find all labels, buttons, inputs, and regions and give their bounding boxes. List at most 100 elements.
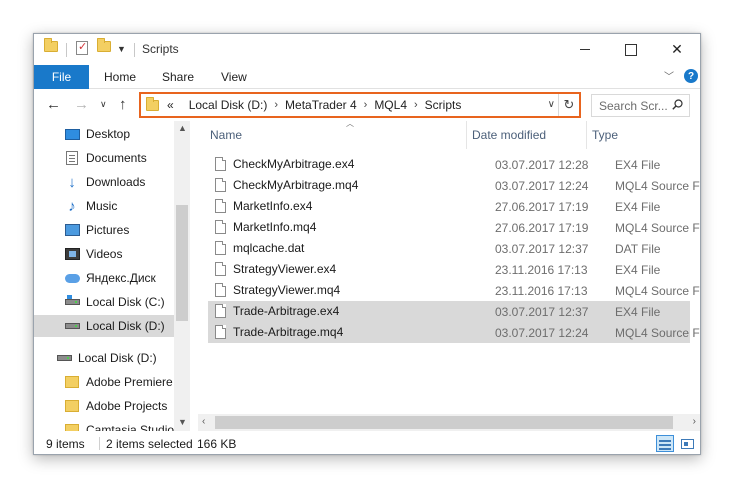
help-icon[interactable]: ? — [684, 69, 698, 83]
minimize-button[interactable] — [562, 34, 608, 65]
sidebar-item-adobe-projects[interactable]: Adobe Projects — [34, 395, 174, 417]
file-icon — [215, 262, 226, 276]
arrow-up-icon: ↑ — [119, 96, 127, 113]
forward-button[interactable]: → — [74, 96, 89, 113]
file-explorer-window: ▼ Scripts ✕ File Home Share View ﹀ ? ← →… — [33, 33, 701, 455]
quick-access-dropdown-icon[interactable]: ▼ — [117, 44, 126, 54]
file-row[interactable]: StrategyViewer.mq4 23.11.2016 17:13 MQL4 S… — [208, 280, 700, 301]
file-name: CheckMyArbitrage.mq4 — [233, 178, 359, 192]
column-divider[interactable] — [586, 121, 587, 149]
sidebar-item-label: Music — [86, 199, 118, 213]
address-history-icon[interactable]: ∨ — [548, 99, 555, 110]
sidebar-item-pictures[interactable]: Pictures — [34, 219, 174, 241]
tab-home[interactable]: Home — [104, 70, 136, 84]
folder-icon — [64, 399, 80, 413]
sidebar-item-local-disk-d[interactable]: Local Disk (D:) — [34, 315, 174, 337]
file-name: StrategyViewer.mq4 — [233, 283, 341, 297]
sidebar-item-label: Adobe Projects — [86, 399, 168, 413]
file-type: MQL4 Source File — [615, 326, 700, 340]
downloads-icon: ↓ — [68, 173, 76, 191]
file-name-cell: mqlcache.dat — [215, 241, 304, 255]
file-date: 27.06.2017 17:19 — [495, 200, 589, 214]
scroll-down-icon[interactable]: ▼ — [178, 417, 187, 427]
file-type: MQL4 Source File — [615, 284, 700, 298]
expand-ribbon-icon[interactable]: ﹀ — [664, 68, 674, 83]
address-bar[interactable]: « Local Disk (D:) › MetaTrader 4 › MQL4 … — [139, 92, 581, 118]
music-icon: ♪ — [68, 197, 76, 215]
file-name-cell: CheckMyArbitrage.ex4 — [215, 157, 354, 171]
file-row[interactable]: CheckMyArbitrage.mq4 03.07.2017 12:24 MQL4… — [208, 175, 700, 196]
scroll-up-icon[interactable]: ▲ — [178, 123, 187, 133]
properties-icon[interactable] — [76, 40, 88, 55]
file-date: 03.07.2017 12:37 — [495, 242, 589, 256]
maximize-button[interactable] — [608, 34, 654, 65]
tab-file[interactable]: File — [34, 65, 89, 89]
file-name: mqlcache.dat — [233, 241, 305, 255]
breadcrumb-mql4[interactable]: MQL4 — [374, 98, 407, 112]
horizontal-scrollbar[interactable]: ‹ › — [198, 414, 700, 431]
sidebar-item-local-disk-d-tree[interactable]: Local Disk (D:) — [34, 347, 174, 369]
file-row[interactable]: MarketInfo.mq4 27.06.2017 17:19 MQL4 Sourc… — [208, 217, 700, 238]
file-date: 23.11.2016 17:13 — [495, 263, 588, 277]
sidebar-item-yandex-disk[interactable]: Яндекс.Диск — [34, 267, 174, 289]
tab-view[interactable]: View — [221, 70, 247, 84]
up-button[interactable]: ↑ — [119, 96, 127, 113]
file-date: 03.07.2017 12:24 — [495, 326, 589, 340]
sidebar-item-camtasia-studio[interactable]: Camtasia Studio — [34, 419, 174, 431]
sidebar-item-documents[interactable]: Documents — [34, 147, 174, 169]
column-header-date-modified[interactable]: Date modified — [472, 121, 584, 149]
search-placeholder: Search Scr... — [599, 98, 668, 113]
column-header-type[interactable]: Type — [592, 121, 692, 149]
breadcrumb-scripts[interactable]: Scripts — [425, 98, 462, 112]
sort-ascending-icon: ︿ — [346, 119, 354, 128]
sidebar-item-music[interactable]: ♪ Music — [34, 195, 174, 217]
scrollbar-thumb[interactable] — [215, 416, 673, 429]
selection-size: 166 KB — [197, 437, 237, 451]
file-icon — [215, 325, 226, 339]
file-row[interactable]: StrategyViewer.ex4 23.11.2016 17:13 EX4 Fi… — [208, 259, 690, 280]
details-view-icon — [659, 440, 671, 450]
search-input[interactable]: Search Scr... — [591, 94, 690, 117]
breadcrumb-metatrader-4[interactable]: MetaTrader 4 — [285, 98, 357, 112]
scroll-left-icon[interactable]: ‹ — [202, 416, 205, 427]
column-divider[interactable] — [466, 121, 467, 149]
file-icon — [215, 241, 226, 255]
file-name-cell: StrategyViewer.mq4 — [215, 283, 340, 297]
ribbon-tabs: File Home Share View ﹀ ? — [34, 65, 700, 89]
sidebar-item-desktop[interactable]: Desktop — [34, 123, 174, 145]
details-view-button[interactable] — [656, 435, 674, 452]
file-icon — [215, 220, 226, 234]
tab-share[interactable]: Share — [162, 70, 194, 84]
recent-locations-button[interactable]: ∨ — [100, 99, 107, 110]
file-row[interactable]: MarketInfo.ex4 27.06.2017 17:19 EX4 File — [208, 196, 690, 217]
file-row[interactable]: Trade-Arbitrage.ex4 03.07.2017 12:37 EX4 F… — [208, 301, 690, 322]
status-divider — [99, 437, 100, 450]
chevron-right-icon[interactable]: › — [414, 99, 418, 111]
new-folder-icon[interactable] — [97, 38, 111, 52]
close-button[interactable]: ✕ — [654, 34, 700, 65]
file-row[interactable]: Trade-Arbitrage.mq4 03.07.2017 12:24 MQL4 … — [208, 322, 700, 343]
sidebar-item-downloads[interactable]: ↓ Downloads — [34, 171, 174, 193]
scrollbar-thumb[interactable] — [176, 205, 188, 321]
quick-access-separator — [66, 43, 67, 57]
scroll-right-icon[interactable]: › — [693, 416, 696, 427]
sidebar-item-videos[interactable]: Videos — [34, 243, 174, 265]
file-icon — [215, 178, 226, 192]
breadcrumb-local-disk-d[interactable]: Local Disk (D:) — [189, 98, 268, 112]
file-name: Trade-Arbitrage.mq4 — [233, 325, 344, 339]
sidebar-item-local-disk-c[interactable]: Local Disk (C:) — [34, 291, 174, 313]
selection-count: 2 items selected — [106, 437, 193, 451]
file-row[interactable]: mqlcache.dat 03.07.2017 12:37 DAT File — [208, 238, 690, 259]
window-title: Scripts — [142, 42, 179, 56]
large-icons-view-button[interactable] — [678, 435, 696, 452]
chevron-down-icon: ∨ — [100, 99, 107, 109]
chevron-right-icon[interactable]: › — [274, 99, 278, 111]
sidebar-scrollbar[interactable]: ▲ ▼ — [174, 121, 190, 431]
file-row[interactable]: CheckMyArbitrage.ex4 03.07.2017 12:28 EX4 … — [208, 154, 690, 175]
column-header-name[interactable]: ︿ Name — [210, 119, 470, 149]
chevron-right-icon[interactable]: › — [364, 99, 368, 111]
back-button[interactable]: ← — [46, 96, 61, 113]
breadcrumb-overflow[interactable]: « — [167, 98, 174, 112]
sidebar-item-adobe-premiere[interactable]: Adobe Premiere — [34, 371, 174, 393]
refresh-button[interactable]: ↻ — [558, 94, 579, 116]
